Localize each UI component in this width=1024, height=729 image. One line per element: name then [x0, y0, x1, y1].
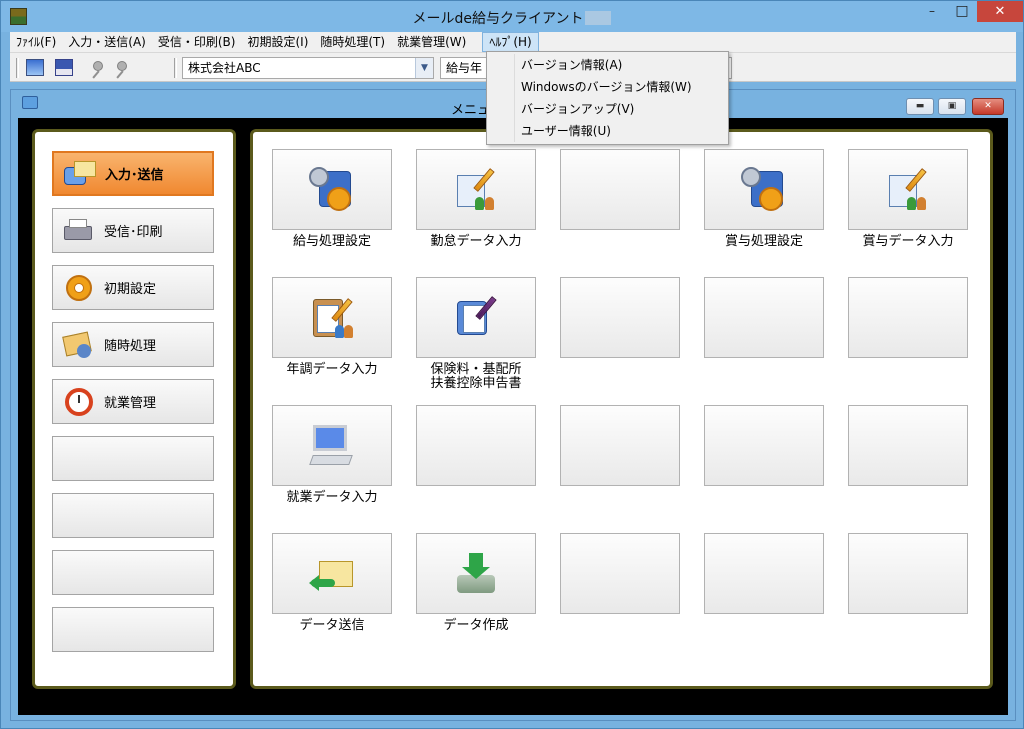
chevron-down-icon[interactable]: ▼: [415, 58, 433, 78]
close-button[interactable]: ✕: [977, 1, 1023, 22]
tile-label: 給与処理設定: [292, 234, 371, 249]
maximize-button[interactable]: □: [947, 1, 977, 22]
tile-empty[interactable]: [848, 533, 968, 614]
nav-work-management[interactable]: 就業管理: [52, 379, 214, 424]
menu-initial-settings[interactable]: 初期設定(I): [241, 32, 314, 52]
tile-empty[interactable]: [560, 405, 680, 486]
tile-work-data-input[interactable]: [272, 405, 392, 486]
clipboard-check-icon: [309, 295, 355, 341]
window-title-text: メールde給与クライアント: [412, 11, 584, 27]
help-dropdown-menu: バージョン情報(A) Windowsのバージョン情報(W) バージョンアップ(V…: [486, 51, 729, 145]
title-bar[interactable]: メールde給与クライアント – □ ✕: [1, 1, 1023, 32]
menu-help[interactable]: ﾍﾙﾌﾟ(H): [482, 32, 539, 52]
computer-icon: [309, 423, 355, 469]
menu-item-windows-version[interactable]: Windowsのバージョン情報(W): [487, 76, 728, 98]
tile-label: 賞与処理設定: [724, 234, 803, 249]
function-panel: 給与処理設定 勤怠データ入力 賞与処理設定 賞与データ入力 年調データ入力 保険…: [250, 129, 993, 689]
tile-label: データ送信: [299, 618, 365, 633]
tile-label: 年調データ入力: [286, 362, 378, 377]
printer-icon: [61, 216, 95, 246]
menu-child-window: メニュー ▬ ▣ ✕ 入力･送信 受信･印刷 初期設定 随時処理 就業管理 給与…: [10, 89, 1016, 721]
tile-label: 就業データ入力: [286, 490, 378, 505]
window-icon[interactable]: [22, 96, 38, 109]
document-edit-icon: [885, 167, 931, 213]
tile-insurance-deduction[interactable]: [416, 277, 536, 358]
tile-year-end-input[interactable]: [272, 277, 392, 358]
tile-label: 勤怠データ入力: [430, 234, 522, 249]
search-key-icon[interactable]: [93, 61, 103, 71]
tile-label: 保険料・基配所 扶養控除申告書: [430, 362, 522, 391]
tile-label: 賞与データ入力: [862, 234, 954, 249]
nav-label: 入力･送信: [105, 168, 164, 183]
mail-send-icon: [309, 551, 355, 597]
nav-empty-1[interactable]: [52, 436, 214, 481]
tile-bonus-settings[interactable]: [704, 149, 824, 230]
app-window: メールde給与クライアント – □ ✕ ﾌｧｲﾙ(F) 入力・送信(A) 受信・…: [0, 0, 1024, 729]
menu-item-version-up[interactable]: バージョンアップ(V): [487, 98, 728, 120]
menu-input-send[interactable]: 入力・送信(A): [62, 32, 152, 52]
document-pen-icon: [453, 295, 499, 341]
child-maximize-button[interactable]: ▣: [938, 98, 966, 115]
nav-empty-2[interactable]: [52, 493, 214, 538]
document-edit-icon: [453, 167, 499, 213]
nav-adhoc[interactable]: 随時処理: [52, 322, 214, 367]
tile-bonus-input[interactable]: [848, 149, 968, 230]
mail-box-icon: [62, 159, 96, 189]
menu-file[interactable]: ﾌｧｲﾙ(F): [10, 32, 62, 52]
tile-data-send[interactable]: [272, 533, 392, 614]
tile-empty[interactable]: [848, 277, 968, 358]
company-select-value: 株式会社ABC: [188, 61, 261, 75]
window-title: メールde給与クライアント: [1, 8, 1023, 28]
tile-empty[interactable]: [704, 277, 824, 358]
menu-body: 入力･送信 受信･印刷 初期設定 随時処理 就業管理 給与処理設定 勤怠データ入…: [18, 118, 1008, 715]
toolbar-separator: [16, 58, 19, 78]
tile-empty[interactable]: [704, 533, 824, 614]
nav-label: 受信･印刷: [104, 225, 163, 240]
nav-label: 就業管理: [104, 396, 157, 411]
menu-item-user-info[interactable]: ユーザー情報(U): [487, 120, 728, 142]
tile-empty[interactable]: [560, 277, 680, 358]
nav-label: 随時処理: [104, 339, 157, 354]
settings-gear-icon: [741, 166, 787, 213]
nav-empty-4[interactable]: [52, 607, 214, 652]
tile-empty[interactable]: [704, 405, 824, 486]
tile-empty[interactable]: [416, 405, 536, 486]
tile-salary-settings[interactable]: [272, 149, 392, 230]
picture-icon[interactable]: [26, 59, 44, 76]
menu-adhoc[interactable]: 随時処理(T): [314, 32, 391, 52]
tile-empty[interactable]: [560, 149, 680, 230]
minimize-button[interactable]: –: [917, 1, 947, 22]
nav-input-send[interactable]: 入力･送信: [52, 151, 214, 196]
nav-receive-print[interactable]: 受信･印刷: [52, 208, 214, 253]
nav-initial-settings[interactable]: 初期設定: [52, 265, 214, 310]
menu-bar: ﾌｧｲﾙ(F) 入力・送信(A) 受信・印刷(B) 初期設定(I) 随時処理(T…: [10, 32, 1016, 52]
search-key-icon-2[interactable]: [117, 61, 127, 71]
menu-receive-print[interactable]: 受信・印刷(B): [152, 32, 242, 52]
title-redacted-block: [585, 11, 612, 25]
image-icon[interactable]: [55, 59, 73, 76]
nav-label: 初期設定: [104, 282, 157, 297]
menu-work-management[interactable]: 就業管理(W): [391, 32, 472, 52]
company-select[interactable]: 株式会社ABC ▼: [182, 57, 434, 79]
tile-empty[interactable]: [848, 405, 968, 486]
period-select-value: 給与年: [446, 61, 483, 75]
nav-empty-3[interactable]: [52, 550, 214, 595]
tile-data-create[interactable]: [416, 533, 536, 614]
settings-gear-icon: [309, 166, 355, 213]
child-close-button[interactable]: ✕: [972, 98, 1004, 115]
tile-empty[interactable]: [560, 533, 680, 614]
tile-attendance-input[interactable]: [416, 149, 536, 230]
download-disk-icon: [453, 551, 499, 597]
tile-label: データ作成: [443, 618, 509, 633]
tools-icon: [61, 330, 95, 360]
toolbar-separator: [174, 58, 177, 78]
clock-icon: [61, 387, 95, 417]
category-panel: 入力･送信 受信･印刷 初期設定 随時処理 就業管理: [32, 129, 236, 689]
menu-item-version-info[interactable]: バージョン情報(A): [487, 54, 728, 76]
gear-icon: [61, 273, 95, 303]
child-minimize-button[interactable]: ▬: [906, 98, 934, 115]
